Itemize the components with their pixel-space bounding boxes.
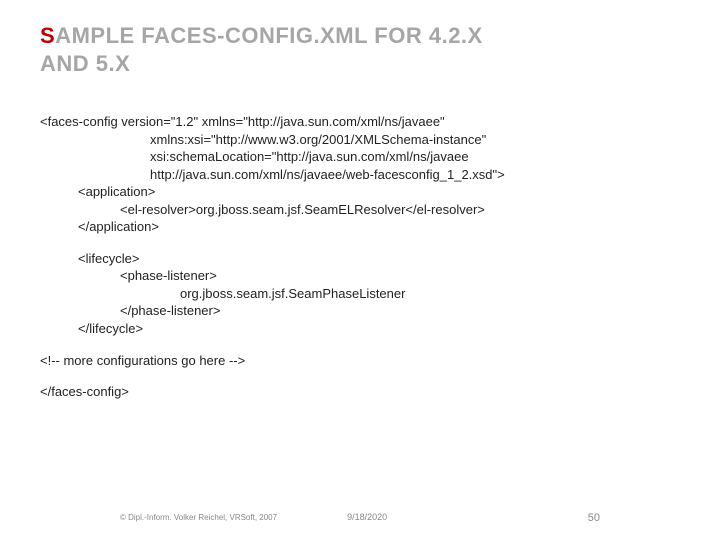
title-initial-letter: S — [40, 23, 55, 48]
blank-line — [40, 236, 680, 250]
title-line1-rest: AMPLE FACES-CONFIG.XML FOR 4.2.X — [55, 23, 483, 48]
code-line: </phase-listener> — [40, 302, 680, 320]
code-line: <application> — [40, 183, 680, 201]
code-line: </application> — [40, 218, 680, 236]
code-line: <lifecycle> — [40, 250, 680, 268]
code-line: <el-resolver>org.jboss.seam.jsf.SeamELRe… — [40, 201, 680, 219]
code-line: xmlns:xsi="http://www.w3.org/2001/XMLSch… — [40, 131, 680, 149]
blank-line — [40, 338, 680, 352]
code-line: http://java.sun.com/xml/ns/javaee/web-fa… — [40, 166, 680, 184]
slide-title: SAMPLE FACES-CONFIG.XML FOR 4.2.X AND 5.… — [40, 22, 680, 77]
slide-footer: © Dipl.-Inform. Volker Reichel, VRSoft, … — [0, 512, 720, 522]
code-line: <phase-listener> — [40, 267, 680, 285]
slide-title-block: SAMPLE FACES-CONFIG.XML FOR 4.2.X AND 5.… — [0, 0, 720, 85]
code-line: <faces-config version="1.2" xmlns="http:… — [40, 113, 680, 131]
blank-line — [40, 369, 680, 383]
title-line2: AND 5.X — [40, 51, 130, 76]
code-block: <faces-config version="1.2" xmlns="http:… — [0, 85, 720, 401]
code-line: </faces-config> — [40, 383, 680, 401]
footer-credit: © Dipl.-Inform. Volker Reichel, VRSoft, … — [120, 513, 277, 522]
code-line: </lifecycle> — [40, 320, 680, 338]
footer-page-number: 50 — [588, 512, 600, 524]
footer-date: 9/18/2020 — [347, 512, 387, 522]
code-line: <!-- more configurations go here --> — [40, 352, 680, 370]
code-line: org.jboss.seam.jsf.SeamPhaseListener — [40, 285, 680, 303]
code-line: xsi:schemaLocation="http://java.sun.com/… — [40, 148, 680, 166]
